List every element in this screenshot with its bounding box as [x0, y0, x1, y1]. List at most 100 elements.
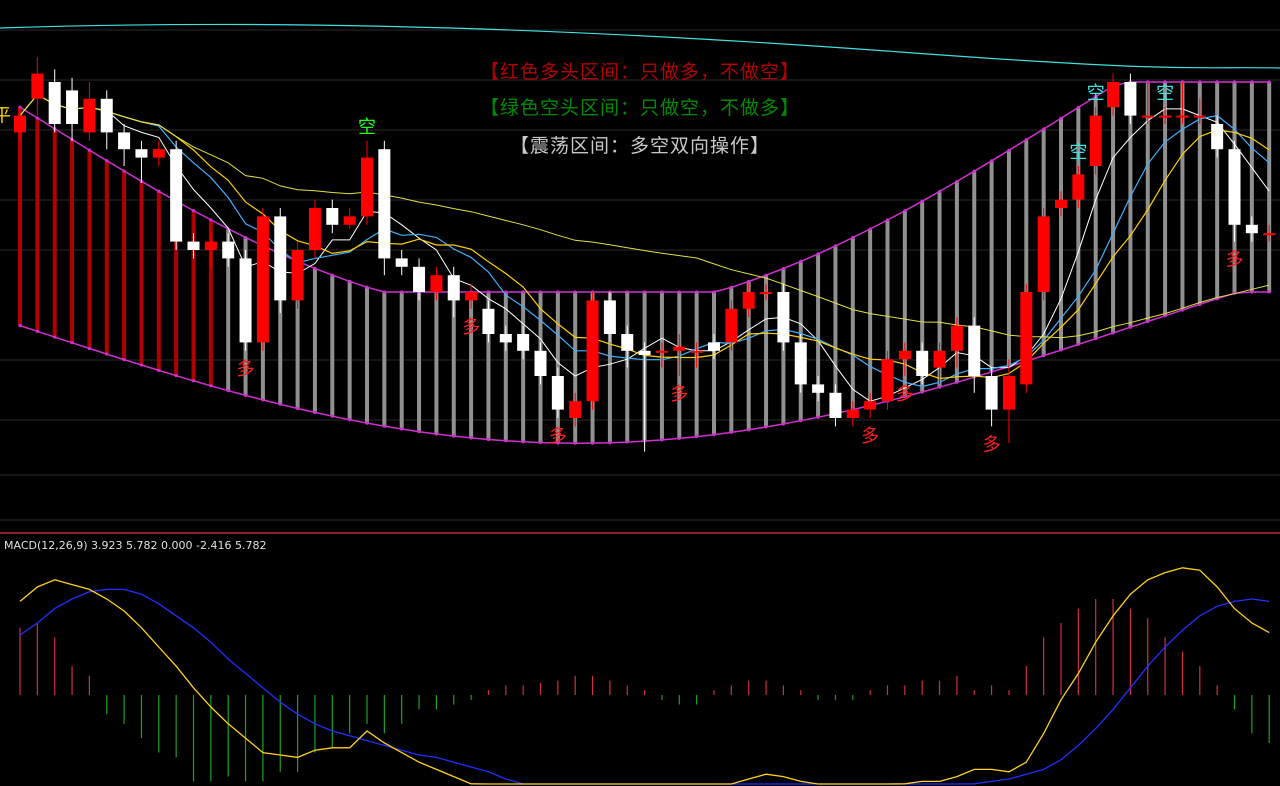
macd-dea-line [19, 588, 1270, 785]
candle-body [829, 392, 842, 418]
candle-body [239, 258, 252, 343]
candle-body [1263, 233, 1276, 236]
candle-body [343, 216, 356, 225]
band-upper-dot [313, 266, 317, 271]
candle-body [222, 241, 235, 259]
candle-body [569, 401, 582, 418]
band-lower-dot [53, 335, 57, 339]
candle-body [517, 334, 530, 351]
band-lower-dot [608, 441, 612, 445]
signal-label: 多 [983, 434, 1001, 455]
band-lower-dot [226, 389, 230, 393]
legend-oscillation-zone: 【震荡区间：多空双向操作】 [509, 135, 770, 157]
band-upper-dot [781, 266, 786, 271]
candle-body [256, 216, 269, 343]
band-lower-dot [1128, 325, 1132, 329]
candle-body [603, 300, 616, 334]
band-bar [989, 160, 994, 372]
band-lower-dot [1076, 342, 1080, 347]
signal-label: 多 [670, 384, 688, 405]
candle-body [1245, 224, 1258, 234]
band-upper-dot [122, 169, 126, 173]
band-upper-dot [712, 290, 716, 294]
legend-long-zone: 【红色多头区间：只做多，不做空】 [479, 61, 800, 83]
band-lower-dot [1250, 290, 1254, 294]
candle-body [170, 149, 183, 242]
candle-body [881, 359, 894, 402]
candle-body [968, 325, 981, 376]
band-upper-dot [903, 209, 907, 213]
candle-body [413, 266, 426, 292]
band-upper-dot [157, 189, 161, 193]
band-bar [399, 292, 404, 430]
candle-body [760, 292, 773, 294]
band-lower-dot [1267, 290, 1271, 294]
band-upper-dot [990, 159, 994, 163]
candle-body [933, 350, 946, 368]
band-lower-dot [1042, 354, 1046, 358]
band-lower-dot [278, 402, 282, 406]
candle-body [794, 342, 807, 385]
band-lower-dot [243, 393, 248, 397]
signal-label: 多 [549, 426, 567, 447]
band-lower-dot [35, 329, 39, 333]
band-lower-dot [920, 390, 924, 394]
band-bar [868, 228, 873, 406]
band-lower-dot [348, 418, 352, 422]
band-upper-dot [677, 290, 681, 294]
band-lower-dot [400, 427, 404, 431]
band-lower-dot [452, 434, 456, 438]
band-lower-dot [209, 384, 213, 388]
band-lower-dot [1163, 314, 1167, 318]
band-lower-dot [296, 406, 300, 411]
band-upper-dot [816, 252, 820, 256]
band-lower-dot [937, 385, 942, 389]
candle-body [673, 346, 686, 351]
candle-body [551, 376, 564, 410]
band-lower-dot [747, 428, 751, 432]
band-bar [521, 292, 526, 442]
candle-body [204, 241, 217, 250]
candle-body [187, 241, 200, 250]
candle-body [1228, 149, 1241, 225]
candle-body [1072, 174, 1085, 200]
band-upper-dot [972, 169, 976, 173]
band-upper-dot [382, 290, 386, 294]
band-upper-dot [764, 273, 768, 277]
candle-body [499, 334, 512, 343]
band-upper-dot [920, 199, 924, 203]
candle-body [534, 350, 547, 376]
signal-label: 多 [861, 426, 879, 447]
band-bar [382, 292, 387, 427]
candle-body [1055, 199, 1067, 208]
band-upper-dot [348, 279, 352, 284]
band-bar [122, 171, 127, 360]
band-lower-dot [191, 379, 196, 383]
band-bar [417, 292, 422, 432]
candle-body [430, 275, 443, 292]
band-lower-dot [1146, 319, 1150, 324]
candle-body [447, 275, 460, 301]
candle-body [1037, 216, 1050, 292]
signal-label: 多 [896, 384, 914, 405]
band-bar [52, 128, 57, 338]
candle-body [482, 308, 495, 334]
band-bar [104, 160, 109, 355]
band-upper-dot [833, 244, 838, 248]
band-lower-dot [313, 410, 317, 415]
band-lower-dot [122, 357, 126, 362]
candle-body [1020, 292, 1033, 385]
band-lower-dot [261, 398, 265, 402]
band-lower-dot [1059, 348, 1063, 352]
band-upper-dot [625, 290, 629, 294]
band-lower-dot [157, 368, 161, 373]
band-lower-dot [434, 432, 438, 436]
candle-body [586, 300, 599, 402]
band-lower-dot [365, 421, 369, 425]
band-upper-dot [799, 259, 803, 264]
band-lower-dot [417, 430, 421, 434]
candle-body [361, 157, 373, 217]
candle-body [621, 334, 634, 351]
band-upper-dot [209, 218, 213, 222]
band-bar [503, 292, 508, 441]
